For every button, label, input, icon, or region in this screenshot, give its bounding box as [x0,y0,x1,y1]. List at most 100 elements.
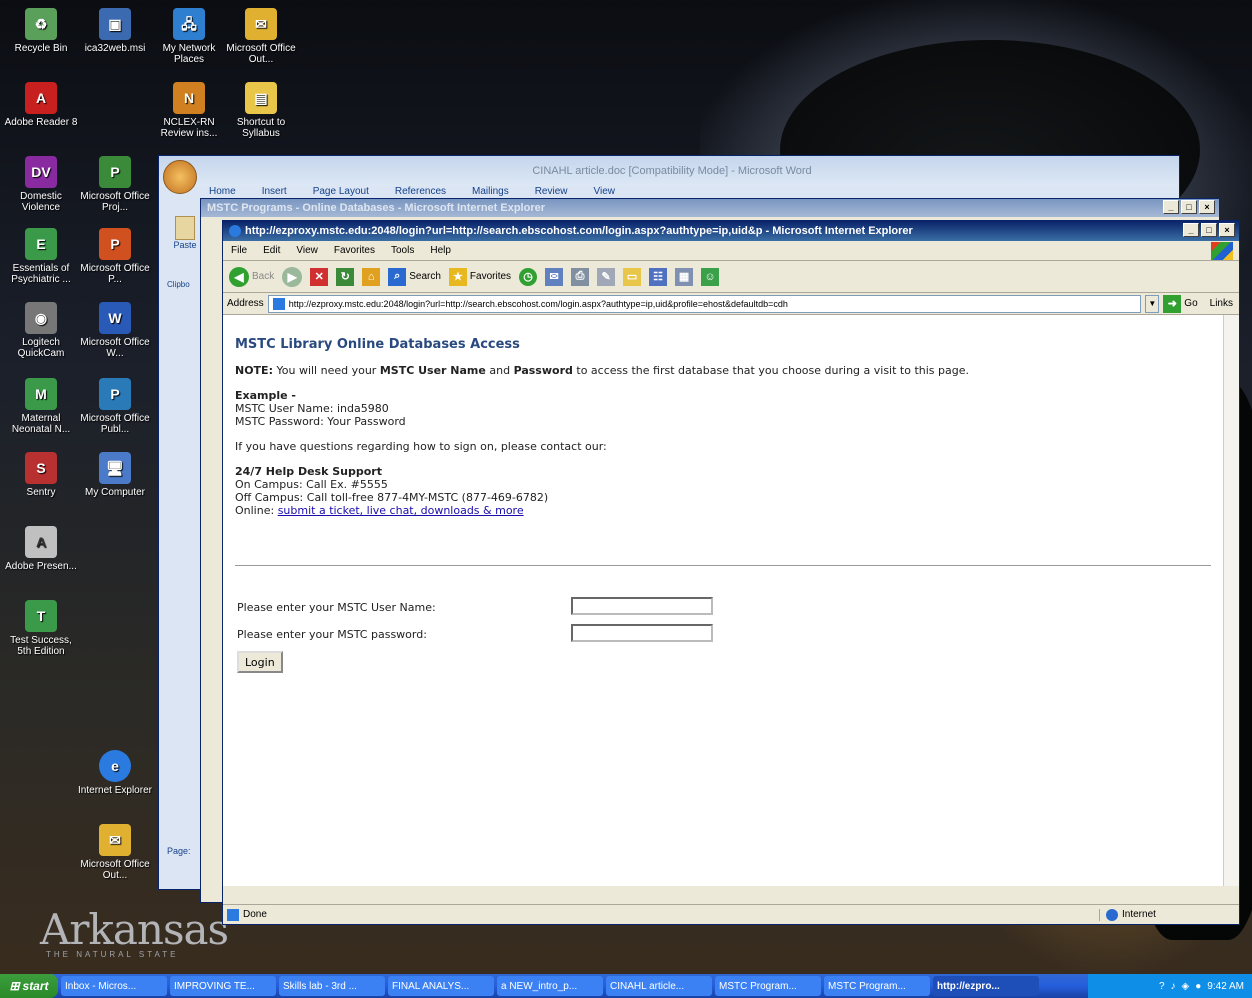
password-input[interactable] [571,624,713,642]
menu-help[interactable]: Help [430,245,451,256]
desktop-icon-sentry[interactable]: S Sentry [2,452,80,498]
edit-icon[interactable]: ✎ [597,267,616,286]
shield-icon[interactable]: ◈ [1182,981,1190,992]
desktop-icon-internet-explorer[interactable]: e Internet Explorer [76,750,154,796]
taskbar-item-mstc-1[interactable]: MSTC Program... [715,976,821,996]
desktop-icon-maternal[interactable]: M Maternal Neonatal N... [2,378,80,435]
desktop-icon-recycle-bin[interactable]: ♻ Recycle Bin [2,8,80,54]
menu-favorites[interactable]: Favorites [334,245,375,256]
close-button[interactable]: × [1199,200,1215,214]
desktop-icon-word[interactable]: W Microsoft Office W... [76,302,154,359]
menu-tools[interactable]: Tools [391,245,414,256]
menu-file[interactable]: File [231,245,247,256]
help-link[interactable]: submit a ticket, live chat, downloads & … [278,504,524,517]
system-tray: ? ♪ ◈ ● 9:42 AM [1088,974,1252,998]
links-button[interactable]: Links [1210,298,1233,309]
minimize-button[interactable]: _ [1183,223,1199,237]
search-button[interactable]: ⌕ Search [388,267,441,286]
note-paragraph: NOTE: You will need your MSTC User Name … [235,364,969,377]
sentry-icon: S [25,452,57,484]
taskbar-item-new-intro[interactable]: a NEW_intro_p... [497,976,603,996]
volume-icon[interactable]: ♪ [1171,981,1176,992]
desktop-icon-network-places[interactable]: 🖧 My Network Places [150,8,228,65]
go-button[interactable]: ➜ Go [1163,294,1198,313]
folder-icon[interactable]: ▭ [623,267,642,286]
desktop-icon-outlook[interactable]: ✉ Microsoft Office Out... [222,8,300,65]
network-icon: 🖧 [173,8,205,40]
webcam-icon: ◉ [25,302,57,334]
word-title-bar[interactable]: CINAHL article.doc [Compatibility Mode] … [159,156,1179,186]
back-arrow-icon: ◀ [229,266,249,287]
start-button[interactable]: ⊞ start [0,974,58,998]
stop-icon[interactable]: ✕ [310,267,329,286]
back-button[interactable]: ◀ Back [229,266,274,287]
desktop-icon-domestic-violence[interactable]: DV Domestic Violence [2,156,80,213]
ie-window[interactable]: http://ezproxy.mstc.edu:2048/login?url=h… [222,220,1240,925]
print-icon[interactable]: ⎙ [571,267,590,286]
ribbon-tab[interactable]: Insert [262,186,287,197]
username-input[interactable] [571,597,713,615]
network-tray-icon[interactable]: ● [1195,981,1201,992]
desktop-icon-outlook-2[interactable]: ✉ Microsoft Office Out... [76,824,154,881]
wallpaper-tagline: THE NATURAL STATE [46,950,179,959]
paste-button[interactable]: Paste [171,216,199,250]
example-user: MSTC User Name: inda5980 [235,402,389,415]
desktop-icon-publisher[interactable]: P Microsoft Office Publ... [76,378,154,435]
taskbar-item-final-analysis[interactable]: FINAL ANALYS... [388,976,494,996]
ribbon-tab[interactable]: Review [535,186,568,197]
desktop-icon-psychiatric[interactable]: E Essentials of Psychiatric ... [2,228,80,285]
desktop-icon-adobe-presenter[interactable]: A Adobe Presen... [2,526,80,572]
on-campus: On Campus: Call Ex. #5555 [235,478,388,491]
favorites-button[interactable]: ★ Favorites [448,267,511,286]
book-icon: T [25,600,57,632]
taskbar-item-cinahl[interactable]: CINAHL article... [606,976,712,996]
buddy-icon[interactable]: ☺ [701,267,720,286]
ie-title-bar[interactable]: http://ezproxy.mstc.edu:2048/login?url=h… [223,221,1239,241]
desktop-icon-my-computer[interactable]: 🖥 My Computer [76,452,154,498]
research-icon[interactable]: ▦ [675,267,694,286]
taskbar-item-ezproxy[interactable]: http://ezpro... [933,976,1039,996]
taskbar-item-inbox[interactable]: Inbox - Micros... [61,976,167,996]
login-button[interactable]: Login [237,651,283,673]
help-tray-icon[interactable]: ? [1159,981,1165,992]
desktop-icon-adobe-reader[interactable]: A Adobe Reader 8 [2,82,80,128]
minimize-button[interactable]: _ [1163,200,1179,214]
refresh-icon[interactable]: ↻ [336,267,355,286]
ribbon-tab[interactable]: Home [209,186,236,197]
home-icon[interactable]: ⌂ [362,267,381,286]
nclex-icon: N [173,82,205,114]
ribbon-tab[interactable]: Mailings [472,186,509,197]
maximize-button[interactable]: □ [1201,223,1217,237]
internet-explorer-icon: e [99,750,131,782]
ribbon-tab[interactable]: References [395,186,446,197]
taskbar-item-improving[interactable]: IMPROVING TE... [170,976,276,996]
address-label: Address [227,298,264,309]
desktop-icon-quickcam[interactable]: ◉ Logitech QuickCam [2,302,80,359]
desktop-icon-test-success[interactable]: T Test Success, 5th Edition [2,600,80,657]
address-input[interactable]: http://ezproxy.mstc.edu:2048/login?url=h… [267,294,1142,313]
address-dropdown[interactable]: ▼ [1145,294,1160,313]
office-button[interactable] [163,160,197,194]
desktop-icon-powerpoint[interactable]: P Microsoft Office P... [76,228,154,285]
messenger-icon[interactable]: ☷ [649,267,668,286]
taskbar: ⊞ start Inbox - Micros... IMPROVING TE...… [0,974,1252,998]
menu-edit[interactable]: Edit [263,245,280,256]
ie-back-title-bar[interactable]: MSTC Programs - Online Databases - Micro… [201,199,1219,217]
publisher-icon: P [99,378,131,410]
maximize-button[interactable]: □ [1181,200,1197,214]
taskbar-item-mstc-2[interactable]: MSTC Program... [824,976,930,996]
mail-icon[interactable]: ✉ [545,267,564,286]
vertical-scrollbar[interactable] [1223,315,1239,886]
desktop-icon-ms-project[interactable]: P Microsoft Office Proj... [76,156,154,213]
close-button[interactable]: × [1219,223,1235,237]
desktop-icon-ica32web[interactable]: ▣ ica32web.msi [76,8,154,54]
desktop-icon-nclex[interactable]: N NCLEX-RN Review ins... [150,82,228,139]
history-icon[interactable]: ◷ [519,267,538,286]
ribbon-tab[interactable]: View [594,186,616,197]
divider [235,565,1211,566]
ribbon-tab[interactable]: Page Layout [313,186,369,197]
menu-view[interactable]: View [296,245,318,256]
desktop-icon-syllabus[interactable]: ▤ Shortcut to Syllabus [222,82,300,139]
taskbar-item-skills-lab[interactable]: Skills lab - 3rd ... [279,976,385,996]
forward-button[interactable]: ▶ [282,266,303,287]
